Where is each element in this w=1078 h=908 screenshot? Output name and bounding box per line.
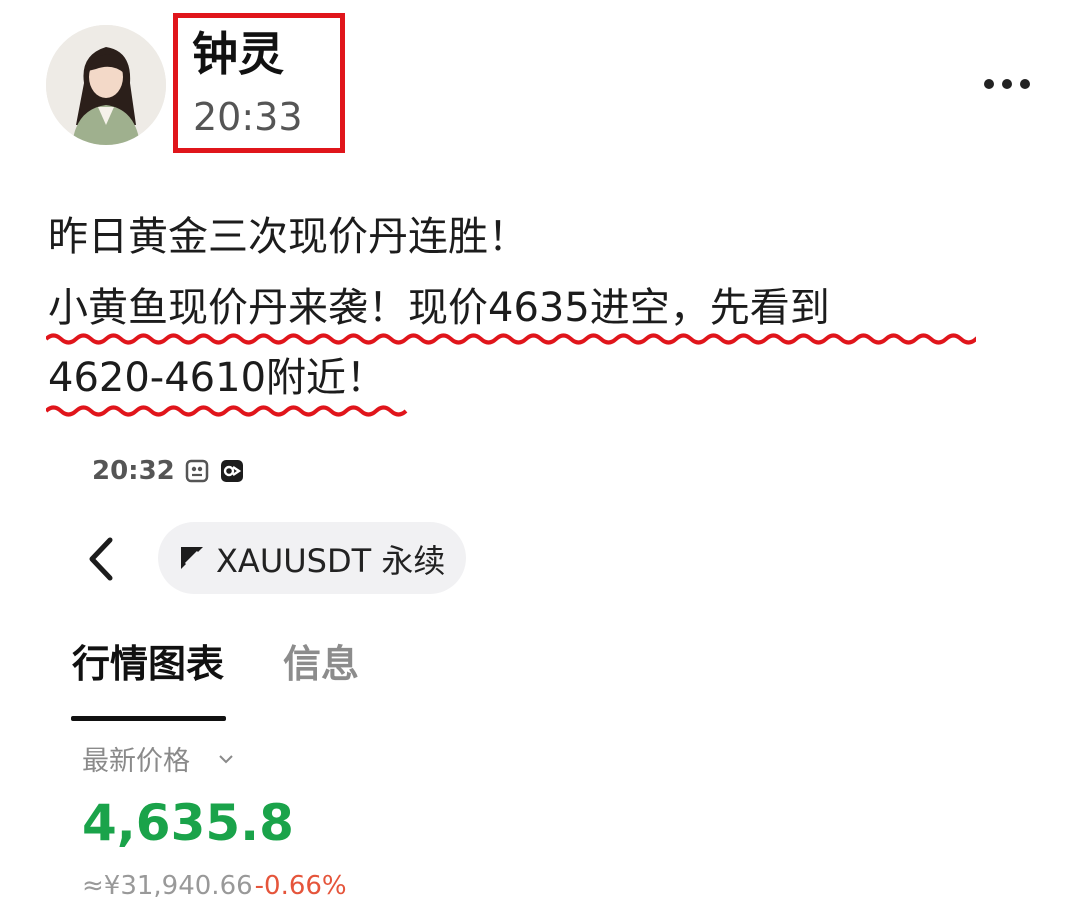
last-price: 4,635.8 bbox=[82, 794, 294, 852]
symbol-icon bbox=[181, 547, 203, 569]
status-app-icon bbox=[185, 459, 209, 483]
active-tab-indicator bbox=[71, 716, 226, 721]
price-sub-row: ≈¥31,940.66-0.66% bbox=[82, 870, 347, 902]
post-text-line-3: 4620-4610附近！ bbox=[48, 355, 387, 401]
red-squiggle-underline bbox=[46, 405, 408, 417]
post-text-line-1: 昨日黄金三次现价丹连胜！ bbox=[48, 214, 528, 260]
red-squiggle-underline bbox=[46, 333, 976, 345]
price-label[interactable]: 最新价格 bbox=[82, 745, 190, 779]
author-name[interactable]: 钟灵 bbox=[192, 24, 284, 84]
avatar[interactable] bbox=[46, 25, 166, 145]
more-options-icon[interactable] bbox=[984, 75, 1030, 93]
post-time: 20:33 bbox=[193, 95, 303, 139]
dropdown-chevron-icon[interactable] bbox=[218, 753, 234, 765]
post-text-line-2: 小黄鱼现价丹来袭！现价4635进空，先看到 bbox=[48, 285, 830, 331]
tab-info[interactable]: 信息 bbox=[283, 640, 359, 688]
symbol-label[interactable]: XAUUSDT 永续 bbox=[216, 542, 445, 580]
price-change-percent: -0.66% bbox=[254, 871, 347, 901]
back-chevron-icon[interactable] bbox=[86, 534, 116, 584]
avatar-image bbox=[46, 25, 166, 145]
cny-price: ≈¥31,940.66 bbox=[82, 871, 253, 901]
status-notification-icon bbox=[221, 460, 243, 482]
status-bar-time: 20:32 bbox=[92, 456, 175, 486]
tab-chart[interactable]: 行情图表 bbox=[72, 640, 224, 688]
